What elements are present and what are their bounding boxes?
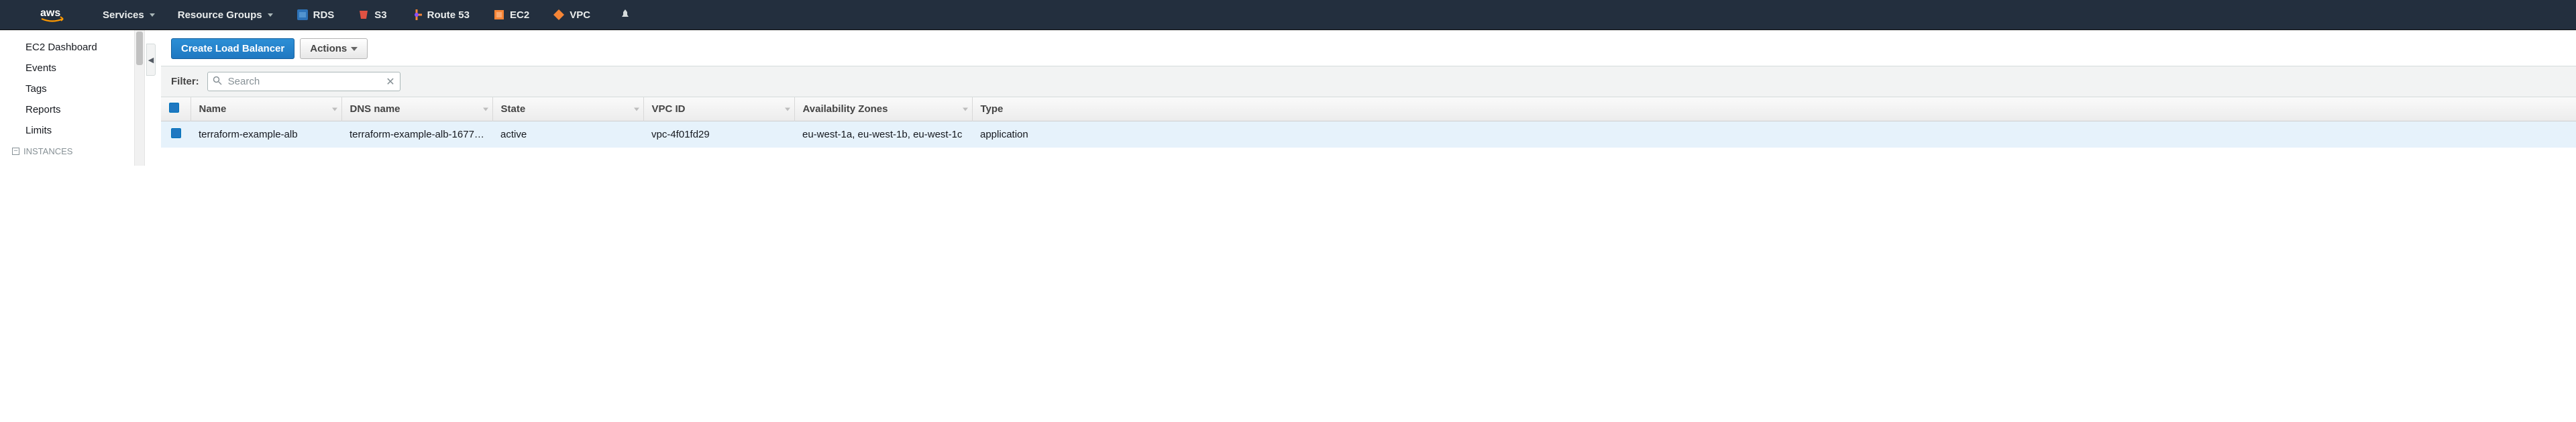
filter-bar: Filter: ✕ <box>161 66 2576 97</box>
cell-type: application <box>972 121 2576 148</box>
caret-down-icon <box>268 13 273 17</box>
nav-shortcut-vpc[interactable]: VPC <box>543 0 600 30</box>
column-header-name[interactable]: Name <box>191 97 341 121</box>
nav-shortcut-label: EC2 <box>510 9 529 21</box>
select-all-header[interactable] <box>161 97 191 121</box>
cell-name: terraform-example-alb <box>191 121 341 148</box>
actions-label: Actions <box>310 43 347 54</box>
sidebar-item-events[interactable]: Events <box>0 58 134 78</box>
nav-shortcut-label: Route 53 <box>427 9 470 21</box>
sidebar-item-tags[interactable]: Tags <box>0 78 134 99</box>
ec2-icon <box>492 8 506 21</box>
sidebar-collapse-handle[interactable]: ◀ <box>146 44 156 76</box>
s3-icon <box>357 8 370 21</box>
rds-icon <box>296 8 309 21</box>
sort-icon <box>332 107 337 111</box>
column-header-vpc-id[interactable]: VPC ID <box>643 97 794 121</box>
scrollbar-thumb[interactable] <box>136 32 143 65</box>
sidebar-scrollbar[interactable] <box>134 30 145 166</box>
column-header-dns-name[interactable]: DNS name <box>341 97 492 121</box>
sort-icon <box>785 107 790 111</box>
nav-shortcut-route53[interactable]: Route 53 <box>400 0 479 30</box>
checkbox-icon <box>171 128 181 138</box>
collapse-minus-icon: − <box>12 148 19 155</box>
sidebar: EC2 Dashboard Events Tags Reports Limits… <box>0 30 134 166</box>
nav-shortcut-label: S3 <box>374 9 386 21</box>
checkbox-icon <box>169 103 179 113</box>
sort-icon <box>483 107 488 111</box>
sidebar-section-label: INSTANCES <box>23 146 72 156</box>
sidebar-item-limits[interactable]: Limits <box>0 120 134 141</box>
table-row[interactable]: terraform-example-alb terraform-example-… <box>161 121 2576 148</box>
nav-services[interactable]: Services <box>93 0 164 30</box>
load-balancers-table: Name DNS name State VPC ID Availability … <box>161 97 2576 148</box>
sidebar-section-instances[interactable]: − INSTANCES <box>0 141 134 159</box>
aws-logo[interactable]: aws <box>40 5 72 24</box>
column-header-type[interactable]: Type <box>972 97 2576 121</box>
vpc-icon <box>552 8 566 21</box>
nav-shortcut-label: RDS <box>313 9 335 21</box>
nav-resource-groups[interactable]: Resource Groups <box>168 0 282 30</box>
sidebar-divider: ◀ <box>134 30 161 166</box>
cell-dns-name: terraform-example-alb-1677… <box>341 121 492 148</box>
column-header-state[interactable]: State <box>492 97 643 121</box>
create-load-balancer-button[interactable]: Create Load Balancer <box>171 38 294 59</box>
nav-shortcut-label: VPC <box>570 9 590 21</box>
cell-state: active <box>492 121 643 148</box>
caret-down-icon <box>150 13 155 17</box>
cell-vpc-id: vpc-4f01fd29 <box>643 121 794 148</box>
sort-icon <box>634 107 639 111</box>
nav-services-label: Services <box>103 9 144 21</box>
top-nav-bar: aws Services Resource Groups RDS S3 Rout… <box>0 0 2576 30</box>
table-header-row: Name DNS name State VPC ID Availability … <box>161 97 2576 121</box>
nav-shortcut-rds[interactable]: RDS <box>286 0 344 30</box>
toolbar: Create Load Balancer Actions <box>161 30 2576 66</box>
cell-availability-zones: eu-west-1a, eu-west-1b, eu-west-1c <box>794 121 972 148</box>
route53-icon <box>410 8 423 21</box>
actions-button[interactable]: Actions <box>300 38 368 59</box>
sidebar-item-dashboard[interactable]: EC2 Dashboard <box>0 37 134 58</box>
pin-icon[interactable] <box>610 9 640 21</box>
row-checkbox-cell[interactable] <box>161 121 191 148</box>
clear-search-icon[interactable]: ✕ <box>386 75 394 89</box>
nav-shortcut-s3[interactable]: S3 <box>347 0 396 30</box>
sort-icon <box>963 107 968 111</box>
search-input[interactable] <box>207 72 400 91</box>
svg-text:aws: aws <box>40 7 60 19</box>
caret-down-icon <box>351 47 358 51</box>
chevron-left-icon: ◀ <box>148 56 154 64</box>
search-box: ✕ <box>207 72 400 91</box>
nav-resource-groups-label: Resource Groups <box>178 9 262 21</box>
main-layout: EC2 Dashboard Events Tags Reports Limits… <box>0 30 2576 166</box>
sidebar-item-reports[interactable]: Reports <box>0 99 134 120</box>
nav-shortcut-ec2[interactable]: EC2 <box>483 0 539 30</box>
column-header-availability-zones[interactable]: Availability Zones <box>794 97 972 121</box>
content-area: Create Load Balancer Actions Filter: ✕ <box>161 30 2576 166</box>
filter-label: Filter: <box>171 76 199 87</box>
